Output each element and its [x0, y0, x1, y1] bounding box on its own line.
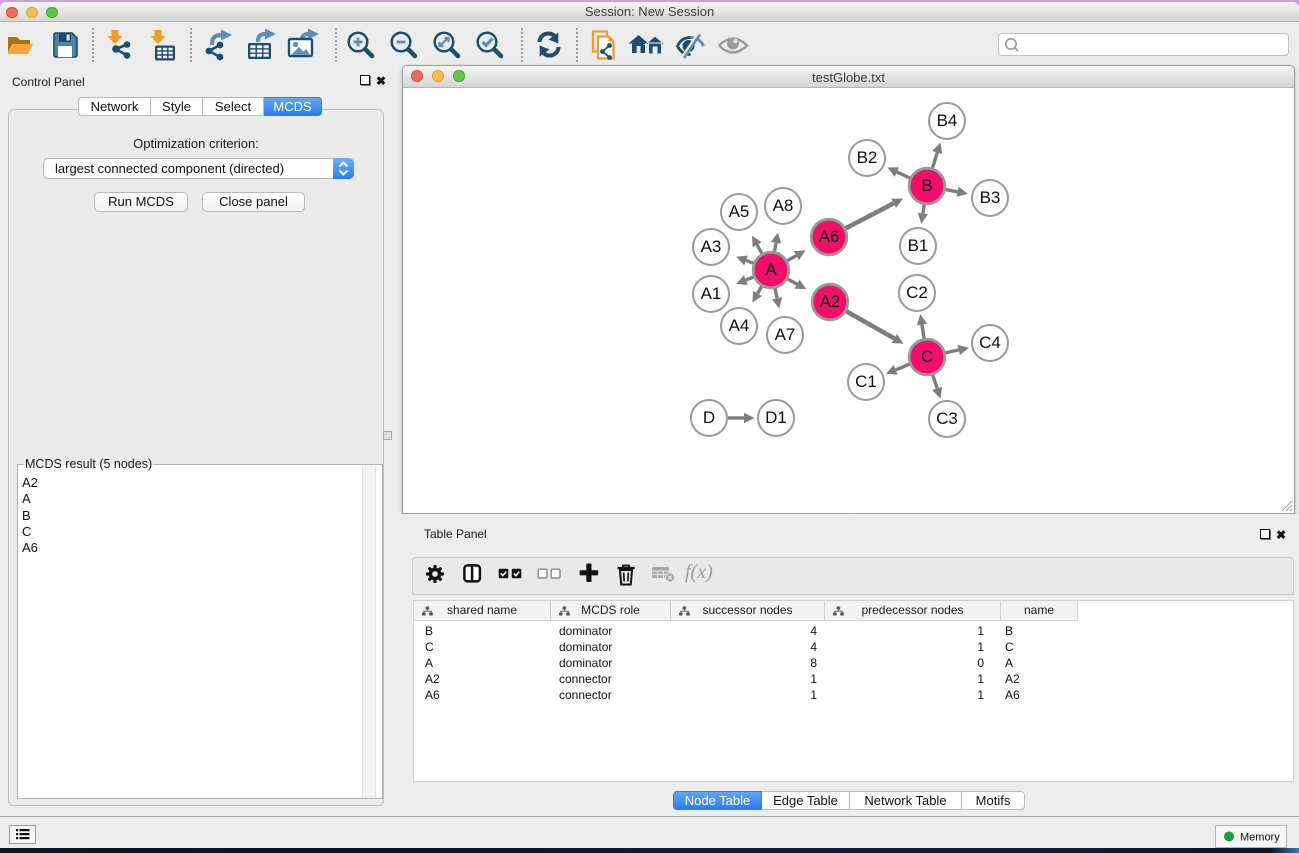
svg-text:B: B [921, 176, 932, 195]
svg-text:C1: C1 [855, 372, 877, 391]
svg-text:B1: B1 [908, 236, 929, 255]
svg-text:B3: B3 [980, 188, 1001, 207]
svg-text:B2: B2 [857, 148, 878, 167]
svg-text:B4: B4 [937, 111, 958, 130]
svg-text:A3: A3 [701, 237, 722, 256]
svg-text:C: C [921, 347, 933, 366]
svg-text:A6: A6 [819, 227, 840, 246]
svg-text:C4: C4 [979, 333, 1001, 352]
svg-text:Memory: Memory [1240, 832, 1280, 844]
svg-text:A5: A5 [729, 202, 750, 221]
svg-text:A4: A4 [729, 316, 750, 335]
svg-text:A2: A2 [820, 292, 841, 311]
svg-text:A8: A8 [773, 196, 794, 215]
svg-text:C3: C3 [936, 409, 958, 428]
svg-text:D1: D1 [765, 408, 787, 427]
svg-text:D: D [703, 408, 715, 427]
svg-text:A7: A7 [775, 325, 796, 344]
svg-text:A: A [765, 260, 777, 279]
svg-text:C2: C2 [906, 283, 928, 302]
svg-text:A1: A1 [701, 284, 722, 303]
